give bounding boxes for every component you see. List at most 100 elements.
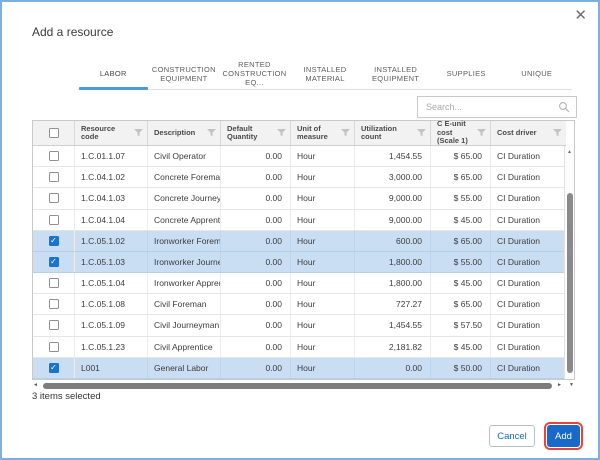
table-row[interactable]: 1.C.04.1.04Concrete Apprentice0.00Hour9,…: [33, 209, 566, 231]
table-row[interactable]: 1.C.05.1.04Ironworker Appren...0.00Hour1…: [33, 273, 566, 295]
row-checkbox[interactable]: ✓: [48, 362, 59, 373]
table-row[interactable]: 1.C.05.1.23 Civil Apprentice 0.00 Hour 2,181…: [33, 336, 566, 358]
cell-unit-of-measure: Hour: [291, 209, 355, 230]
row-checkbox[interactable]: [48, 151, 59, 162]
vertical-scrollbar-thumb[interactable]: [566, 193, 573, 373]
row-checkbox[interactable]: [48, 214, 59, 225]
row-checkbox[interactable]: [48, 320, 59, 331]
table-row[interactable]: ✓ 1.C.05.1.03Ironworker Journe...0.00Hour…: [33, 251, 566, 274]
tab-unique[interactable]: UNIQUE: [501, 58, 572, 89]
cell-resource-code: 1.C.04.1.04: [75, 209, 148, 230]
row-checkbox-cell: [33, 167, 75, 188]
column-header-unit-cost[interactable]: C E-unit cost (Scale 1): [431, 119, 491, 146]
cell-resource-code: 1.C.05.1.09: [75, 315, 148, 336]
column-header-utilization-count[interactable]: Utilization count: [355, 121, 431, 145]
add-resource-dialog: ✕ Add a resource LABOR CONSTRUCTION EQUIP…: [0, 0, 600, 460]
vertical-scrollbar[interactable]: ▲: [564, 146, 574, 379]
cell-utilization-count: 9,000.00: [355, 188, 431, 209]
cell-resource-code: 1.C.05.1.23: [75, 336, 148, 357]
row-checkbox[interactable]: ✓: [48, 256, 59, 267]
cell-unit-of-measure: Hour: [291, 188, 355, 209]
filter-icon[interactable]: [417, 129, 426, 137]
column-header-unit-of-measure[interactable]: Unit of measure: [291, 121, 355, 145]
cell-default-quantity: 0.00: [221, 209, 291, 230]
cancel-button[interactable]: Cancel: [489, 425, 535, 447]
table-row[interactable]: ✓ 1.C.05.1.02Ironworker Foreman0.00Hour60…: [33, 230, 566, 252]
row-checkbox[interactable]: [48, 172, 59, 183]
search-input[interactable]: [418, 102, 558, 112]
table-header: Resource code Description Default Quantity…: [33, 119, 566, 146]
tab-construction-equipment[interactable]: CONSTRUCTION EQUIPMENT: [149, 58, 220, 89]
cell-unit-of-measure: Hour: [291, 146, 355, 167]
column-label: Utilization count: [361, 123, 397, 141]
column-label: Description: [154, 127, 196, 137]
row-checkbox-cell: ✓: [33, 251, 75, 273]
cell-resource-code: 1.C.05.1.08: [75, 294, 148, 315]
cell-unit-cost: $ 55.00: [431, 188, 491, 209]
cell-default-quantity: 0.00: [221, 146, 291, 167]
horizontal-scrollbar[interactable]: ◄ ► ▼: [32, 381, 575, 390]
cell-default-quantity: 0.00: [221, 230, 291, 251]
column-header-cost-driver[interactable]: Cost driver: [491, 121, 566, 145]
column-header-description[interactable]: Description: [148, 121, 221, 145]
scroll-left-icon[interactable]: ◄: [33, 381, 38, 390]
filter-icon[interactable]: [341, 129, 350, 137]
table-row[interactable]: ✓ L001 General Labor 0.00 Hour 0.00 $ 50.00 CI …: [33, 357, 566, 379]
row-checkbox-cell: ✓: [33, 357, 75, 378]
tab-bar: LABOR CONSTRUCTION EQUIPMENT RENTED CONSTR…: [78, 58, 572, 90]
add-button[interactable]: Add: [544, 422, 583, 450]
row-checkbox-cell: [33, 294, 75, 315]
cell-unit-of-measure: Hour: [291, 251, 355, 273]
table-row[interactable]: 1.C.05.1.08 Civil Foreman 0.00 Hour 727.27 $ …: [33, 294, 566, 316]
row-checkbox[interactable]: [48, 193, 59, 204]
row-checkbox-cell: [33, 273, 75, 294]
column-header-resource-code[interactable]: Resource code: [75, 121, 148, 145]
filter-icon[interactable]: [277, 129, 286, 137]
row-checkbox[interactable]: [48, 341, 59, 352]
column-label: Unit of measure: [297, 123, 328, 141]
filter-icon[interactable]: [477, 129, 486, 137]
tab-supplies[interactable]: SUPPLIES: [431, 58, 502, 89]
filter-icon[interactable]: [134, 129, 143, 137]
tab-labor[interactable]: LABOR: [78, 58, 149, 90]
cell-unit-of-measure: Hour: [291, 315, 355, 336]
cell-unit-cost: $ 65.00: [431, 167, 491, 188]
cell-unit-cost: $ 45.00: [431, 273, 491, 294]
row-checkbox[interactable]: [48, 299, 59, 310]
cell-cost-driver: CI Duration: [497, 172, 540, 183]
cell-cost-driver: CI Duration: [497, 151, 540, 162]
select-all-checkbox[interactable]: [48, 128, 59, 138]
cell-utilization-count: 1,800.00: [355, 251, 431, 273]
table-row[interactable]: 1.C.04.1.02 Concrete Foreman 0.00 Hour 3,000…: [33, 167, 566, 189]
cell-utilization-count: 2,181.82: [355, 336, 431, 357]
tab-installed-material[interactable]: INSTALLED MATERIAL: [290, 58, 361, 89]
table-row[interactable]: 1.C.05.1.09 Civil Journeyman 0.00 Hour 1,454…: [33, 315, 566, 337]
cell-default-quantity: 0.00: [221, 336, 291, 357]
scroll-down-icon[interactable]: ▼: [569, 381, 574, 390]
cell-utilization-count: 600.00: [355, 230, 431, 251]
filter-icon[interactable]: [207, 129, 216, 137]
cell-description: Ironworker Foreman: [148, 230, 221, 251]
column-header-default-quantity[interactable]: Default Quantity: [221, 121, 291, 145]
selection-status: 3 items selected: [32, 391, 101, 402]
cell-description: Concrete Foreman: [148, 167, 221, 188]
scroll-up-icon[interactable]: ▲: [565, 148, 574, 156]
horizontal-scrollbar-thumb[interactable]: [43, 382, 552, 389]
column-label: Cost driver: [497, 127, 537, 137]
table-row[interactable]: 1.C.01.1.07 Civil Operator 0.00 Hour 1,454.5…: [33, 146, 566, 168]
cell-resource-code: 1.C.05.1.02: [75, 230, 148, 251]
tab-installed-equipment[interactable]: INSTALLED EQUIPMENT: [360, 58, 431, 89]
row-checkbox[interactable]: ✓: [48, 235, 59, 246]
row-checkbox[interactable]: [48, 278, 59, 289]
cell-description: Civil Apprentice: [148, 336, 221, 357]
resource-table: Resource code Description Default Quantity…: [32, 120, 575, 380]
tab-rented-construction-eq[interactable]: RENTED CONSTRUCTION EQ...: [219, 58, 290, 89]
cell-utilization-count: 727.27: [355, 294, 431, 315]
cell-description: Concrete Apprentice: [148, 209, 221, 230]
scroll-right-icon[interactable]: ►: [557, 381, 562, 390]
cell-utilization-count: 1,454.55: [355, 146, 431, 167]
filter-icon[interactable]: [553, 129, 562, 137]
table-row[interactable]: 1.C.04.1.03 Concrete Journey... 0.00 Hour 9,…: [33, 188, 566, 210]
column-label: C E-unit cost (Scale 1): [437, 119, 468, 146]
close-icon[interactable]: ✕: [574, 8, 587, 23]
